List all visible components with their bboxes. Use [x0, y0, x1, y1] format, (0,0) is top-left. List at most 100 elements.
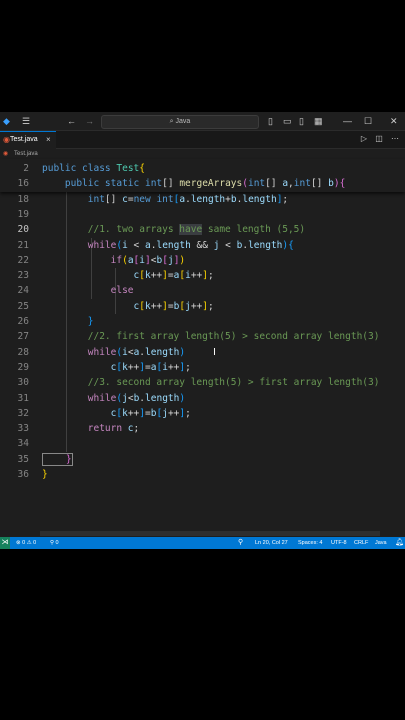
- code-token: }: [42, 452, 73, 466]
- ports-indicator[interactable]: ⚲ 0: [50, 537, 59, 549]
- code-token: int: [42, 193, 105, 205]
- toggle-secondary-sidebar-icon[interactable]: ▯: [299, 115, 304, 127]
- code-editor[interactable]: 2 public class Test{16 public static int[…: [0, 159, 405, 536]
- search-icon: ⌕: [169, 118, 174, 125]
- code-line[interactable]: 2 public class Test{: [0, 161, 405, 176]
- remote-icon[interactable]: ⋊: [0, 537, 10, 549]
- vscode-window: ◆ ☰ ← → ⌕ Java ▯ ▭ ▯ ▦ — ☐ ✕ ◉ Test.java…: [0, 112, 405, 549]
- code-token: ++: [167, 407, 180, 419]
- back-arrow-icon[interactable]: ←: [67, 115, 76, 127]
- code-token: same length (5,5): [202, 224, 306, 236]
- code-token: ++: [167, 361, 180, 373]
- code-token: length: [248, 239, 283, 251]
- code-line[interactable]: 36}: [0, 467, 405, 482]
- run-icon[interactable]: ▷: [361, 134, 367, 143]
- line-number: 2: [23, 163, 29, 174]
- split-editor-icon[interactable]: ◫: [375, 134, 383, 143]
- maximize-icon[interactable]: ☐: [364, 115, 372, 127]
- code-line[interactable]: 26 }: [0, 314, 405, 329]
- language-mode[interactable]: Java: [375, 537, 387, 549]
- code-line[interactable]: 29 c[k++]=a[i++];: [0, 360, 405, 375]
- code-token: class: [82, 163, 117, 174]
- line-number: 31: [17, 392, 29, 404]
- code-token: ): [179, 254, 186, 266]
- code-line[interactable]: 16 public static int[] mergeArrays(int[]…: [0, 176, 405, 191]
- code-text: }: [42, 452, 73, 467]
- cursor-position[interactable]: Ln 20, Col 27: [255, 537, 288, 549]
- toggle-sidebar-icon[interactable]: ▯: [268, 115, 273, 127]
- code-text: else: [42, 283, 134, 298]
- code-line[interactable]: 25 c[k++]=b[j++];: [0, 299, 405, 314]
- code-line[interactable]: 35 }: [0, 452, 405, 467]
- code-line[interactable]: 19: [0, 207, 405, 222]
- code-token: ): [179, 392, 186, 404]
- horizontal-scrollbar[interactable]: [40, 531, 380, 536]
- code-token: return: [42, 423, 128, 435]
- code-token: while: [42, 392, 117, 404]
- code-token: <: [127, 239, 145, 251]
- line-number: 29: [17, 361, 29, 373]
- breadcrumb-file[interactable]: Test.java: [14, 149, 38, 159]
- line-number: 33: [17, 423, 29, 435]
- search-text: Java: [175, 118, 191, 125]
- code-token: while: [42, 346, 117, 358]
- code-line[interactable]: 33 return c;: [0, 421, 405, 436]
- code-line[interactable]: 20 //1. two arrays have same length (5,5…: [0, 222, 405, 237]
- code-token: if: [42, 254, 123, 266]
- code-line[interactable]: 18 int[] c=new int[a.length+b.length];: [0, 192, 405, 207]
- command-center-search[interactable]: ⌕ Java: [101, 115, 259, 129]
- java-file-icon: ◉: [3, 151, 9, 157]
- notifications-icon[interactable]: 🔔︎: [395, 537, 404, 549]
- end-of-line[interactable]: CRLF: [354, 537, 368, 549]
- zoom-icon[interactable]: ⚲: [238, 537, 243, 549]
- code-token: &&: [190, 239, 214, 251]
- code-token: }: [42, 316, 94, 327]
- code-text: public static int[] mergeArrays(int[] a,…: [42, 176, 345, 191]
- line-number: 25: [17, 300, 29, 312]
- code-token: ++: [150, 300, 163, 312]
- code-line[interactable]: 32 c[k++]=b[j++];: [0, 406, 405, 421]
- code-line[interactable]: 30 //3. second array length(5) > first a…: [0, 375, 405, 390]
- forward-arrow-icon[interactable]: →: [85, 115, 94, 127]
- problems-indicator[interactable]: ⊗ 0 ⚠ 0: [16, 537, 36, 549]
- close-window-icon[interactable]: ✕: [390, 115, 398, 127]
- code-line[interactable]: 23 c[k++]=a[i++];: [0, 268, 405, 283]
- editor-actions: ▷ ◫ ⋯: [355, 134, 399, 143]
- code-token: ++: [190, 300, 203, 312]
- encoding[interactable]: UTF-8: [331, 537, 347, 549]
- menu-icon[interactable]: ☰: [22, 115, 30, 127]
- code-token: ): [179, 346, 186, 358]
- line-number: 28: [17, 346, 29, 358]
- code-token: []: [104, 193, 123, 205]
- customize-layout-icon[interactable]: ▦: [314, 115, 323, 127]
- code-token: []: [162, 178, 180, 190]
- line-number: 16: [17, 178, 29, 190]
- code-token: []: [265, 178, 283, 190]
- code-line[interactable]: 34: [0, 436, 405, 451]
- code-token: ++: [127, 407, 140, 419]
- code-line[interactable]: 24 else: [0, 283, 405, 298]
- code-token: length: [145, 346, 180, 358]
- more-actions-icon[interactable]: ⋯: [391, 134, 399, 143]
- minimize-icon[interactable]: —: [343, 115, 352, 127]
- code-token: ;: [133, 423, 140, 435]
- code-line[interactable]: 31 while(j<b.length): [0, 391, 405, 406]
- toggle-panel-icon[interactable]: ▭: [283, 115, 292, 127]
- line-number: 26: [17, 316, 29, 327]
- indentation[interactable]: Spaces: 4: [298, 537, 322, 549]
- code-token: }: [42, 469, 48, 480]
- code-token: {: [339, 178, 346, 190]
- line-number: 18: [17, 193, 29, 205]
- code-line[interactable]: 28 while(i<a.length): [0, 345, 405, 360]
- line-number: 36: [17, 469, 29, 480]
- tab-close-icon[interactable]: ×: [46, 132, 51, 148]
- vscode-logo-icon: ◆: [3, 116, 10, 126]
- code-line[interactable]: 27 //2. first array length(5) > second a…: [0, 329, 405, 344]
- code-line[interactable]: 21 while(i < a.length && j < b.length){: [0, 238, 405, 253]
- code-line[interactable]: 22 if(a[i]<b[j]): [0, 253, 405, 268]
- line-number: 32: [17, 407, 29, 419]
- code-text: public class Test{: [42, 161, 145, 176]
- code-token: length: [145, 392, 180, 404]
- line-number: 35: [17, 453, 29, 465]
- tab-test-java[interactable]: ◉ Test.java ×: [0, 131, 56, 149]
